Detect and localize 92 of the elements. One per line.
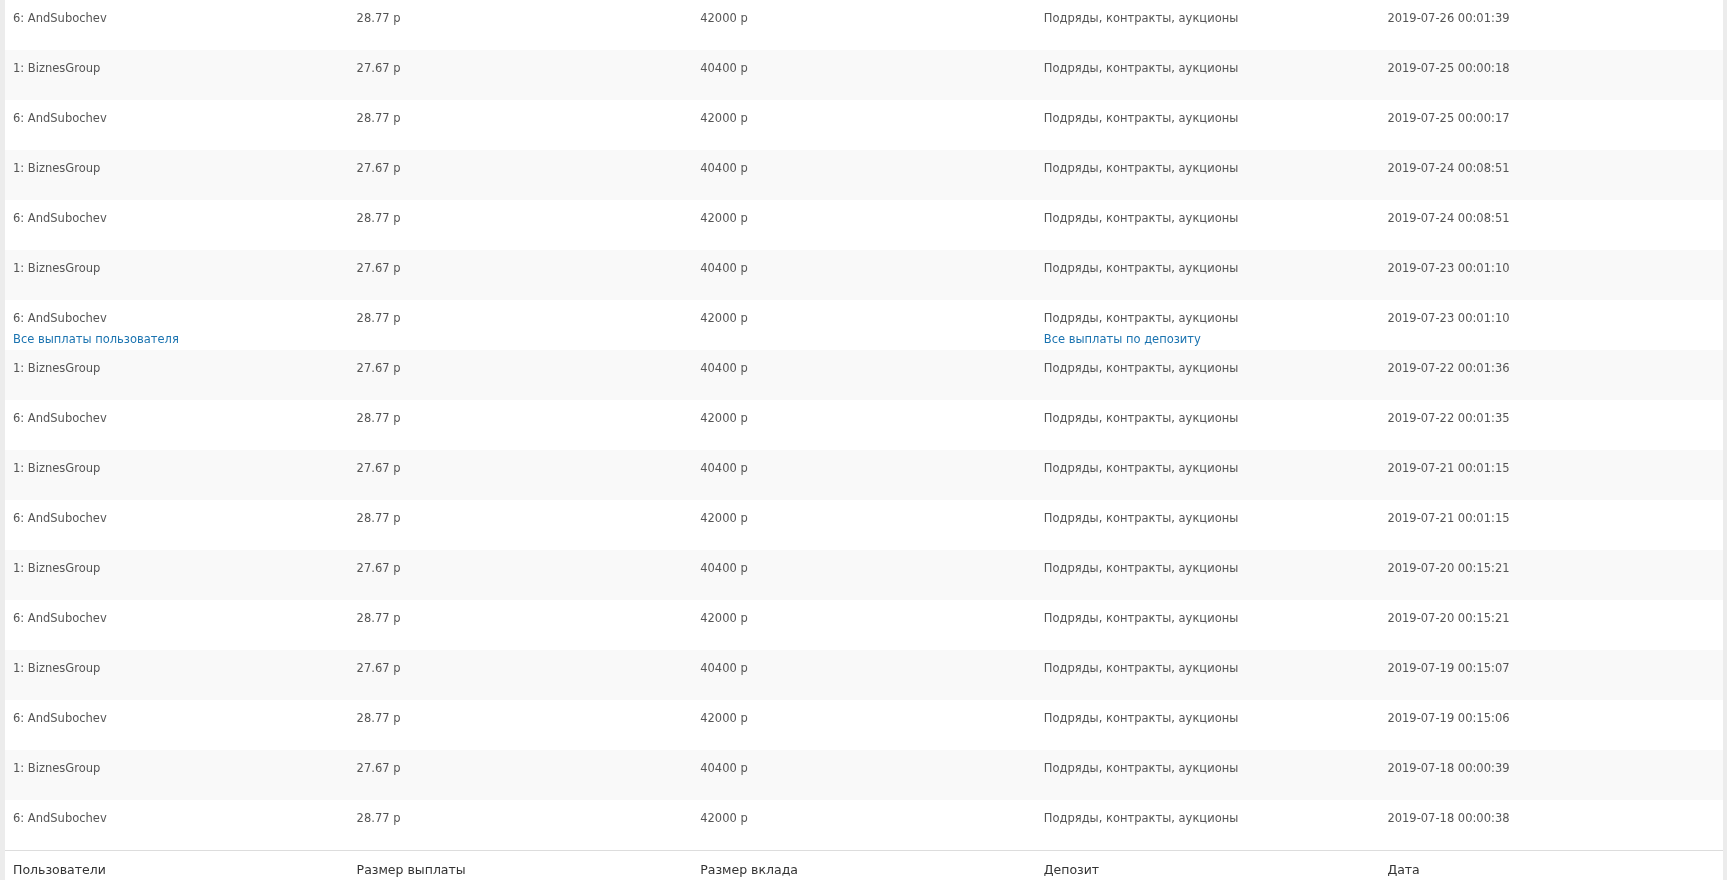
deposit-name: Подряды, контракты, аукционы: [1043, 10, 1239, 27]
deposit-amount: 40400 р: [700, 460, 748, 477]
deposit-name: Подряды, контракты, аукционы: [1043, 760, 1239, 777]
user-name: 1: BiznesGroup: [13, 460, 101, 477]
user-name: 1: BiznesGroup: [13, 360, 101, 377]
payout-amount: 27.67 р: [356, 460, 401, 477]
deposit-amount: 42000 р: [700, 810, 748, 827]
user-name: 6: AndSubochev: [13, 510, 107, 527]
user-name: 6: AndSubochev: [13, 610, 107, 627]
payout-date: 2019-07-22 00:01:36: [1387, 360, 1510, 377]
payout-date: 2019-07-23 00:01:10: [1387, 260, 1510, 277]
deposit-name: Подряды, контракты, аукционы: [1043, 410, 1239, 427]
deposit-name: Подряды, контракты, аукционы: [1043, 660, 1239, 677]
deposit-name: Подряды, контракты, аукционы: [1043, 360, 1239, 377]
payout-amount: 27.67 р: [356, 560, 401, 577]
deposit-amount: 40400 р: [700, 660, 748, 677]
deposit-amount: 42000 р: [700, 410, 748, 427]
deposit-name: Подряды, контракты, аукционы: [1043, 560, 1239, 577]
deposit-amount: 42000 р: [700, 210, 748, 227]
payout-date: 2019-07-20 00:15:21: [1387, 560, 1510, 577]
deposit-amount: 42000 р: [700, 510, 748, 527]
deposit-amount: 42000 р: [700, 610, 748, 627]
deposit-name: Подряды, контракты, аукционы: [1043, 60, 1239, 77]
deposit-name: Подряды, контракты, аукционы: [1043, 460, 1239, 477]
payout-amount: 28.77 р: [356, 610, 401, 627]
user-name: 6: AndSubochev: [13, 10, 107, 27]
user-name: 1: BiznesGroup: [13, 60, 101, 77]
payout-date: 2019-07-21 00:01:15: [1387, 510, 1510, 527]
deposit-amount: 40400 р: [700, 60, 748, 77]
payout-date: 2019-07-22 00:01:35: [1387, 410, 1510, 427]
deposit-amount: 40400 р: [700, 760, 748, 777]
deposit-amount: 42000 р: [700, 110, 748, 127]
payout-amount: 27.67 р: [356, 260, 401, 277]
user-name: 1: BiznesGroup: [13, 160, 101, 177]
payout-amount: 28.77 р: [356, 510, 401, 527]
deposit-name: Подряды, контракты, аукционы: [1043, 310, 1239, 327]
column-header: Депозит: [1035, 850, 1380, 880]
column-header: Размер вклада: [692, 850, 1036, 880]
deposit-name: Подряды, контракты, аукционы: [1043, 260, 1239, 277]
deposit-amount: 40400 р: [700, 360, 748, 377]
deposit-amount: 42000 р: [700, 10, 748, 27]
payout-amount: 27.67 р: [356, 160, 401, 177]
payout-amount: 27.67 р: [356, 360, 401, 377]
user-name: 6: AndSubochev: [13, 410, 107, 427]
deposit-name: Подряды, контракты, аукционы: [1043, 110, 1239, 127]
payout-date: 2019-07-18 00:00:38: [1387, 810, 1510, 827]
user-name: 6: AndSubochev: [13, 310, 107, 327]
deposit-name: Подряды, контракты, аукционы: [1043, 510, 1239, 527]
payout-date: 2019-07-24 00:08:51: [1387, 160, 1510, 177]
deposit-name: Подряды, контракты, аукционы: [1043, 610, 1239, 627]
payout-date: 2019-07-25 00:00:18: [1387, 60, 1510, 77]
payout-amount: 28.77 р: [356, 810, 401, 827]
deposit-amount: 40400 р: [700, 560, 748, 577]
user-name: 6: AndSubochev: [13, 710, 107, 727]
user-name: 1: BiznesGroup: [13, 660, 101, 677]
user-name: 6: AndSubochev: [13, 810, 107, 827]
deposit-amount: 42000 р: [700, 710, 748, 727]
payout-amount: 27.67 р: [356, 660, 401, 677]
payout-date: 2019-07-23 00:01:10: [1387, 310, 1510, 327]
deposit-name: Подряды, контракты, аукционы: [1043, 810, 1239, 827]
deposit-name: Подряды, контракты, аукционы: [1043, 160, 1239, 177]
payout-amount: 28.77 р: [356, 110, 401, 127]
payout-date: 2019-07-20 00:15:21: [1387, 610, 1510, 627]
payout-date: 2019-07-24 00:08:51: [1387, 210, 1510, 227]
payout-amount: 28.77 р: [356, 210, 401, 227]
user-name: 1: BiznesGroup: [13, 760, 101, 777]
user-payouts-link[interactable]: Все выплаты пользователя: [13, 331, 341, 349]
user-name: 1: BiznesGroup: [13, 560, 101, 577]
payout-date: 2019-07-18 00:00:39: [1387, 760, 1510, 777]
deposit-name: Подряды, контракты, аукционы: [1043, 710, 1239, 727]
payout-date: 2019-07-19 00:15:06: [1387, 710, 1510, 727]
deposit-amount: 40400 р: [700, 260, 748, 277]
payout-date: 2019-07-26 00:01:39: [1387, 10, 1510, 27]
column-header: Размер выплаты: [348, 850, 693, 880]
column-header: Пользователи: [5, 850, 349, 880]
deposit-amount: 40400 р: [700, 160, 748, 177]
user-name: 6: AndSubochev: [13, 110, 107, 127]
payout-amount: 28.77 р: [356, 10, 401, 27]
payout-date: 2019-07-25 00:00:17: [1387, 110, 1510, 127]
payout-date: 2019-07-21 00:01:15: [1387, 460, 1510, 477]
user-name: 6: AndSubochev: [13, 210, 107, 227]
payout-amount: 27.67 р: [356, 60, 401, 77]
deposit-name: Подряды, контракты, аукционы: [1043, 210, 1239, 227]
deposit-amount: 42000 р: [700, 310, 748, 327]
payout-amount: 27.67 р: [356, 760, 401, 777]
payout-amount: 28.77 р: [356, 310, 401, 327]
deposit-payouts-link[interactable]: Все выплаты по депозиту: [1043, 331, 1372, 349]
user-name: 1: BiznesGroup: [13, 260, 101, 277]
payout-amount: 28.77 р: [356, 710, 401, 727]
payout-amount: 28.77 р: [356, 410, 401, 427]
payout-date: 2019-07-19 00:15:07: [1387, 660, 1510, 677]
column-header: Дата: [1379, 850, 1723, 880]
